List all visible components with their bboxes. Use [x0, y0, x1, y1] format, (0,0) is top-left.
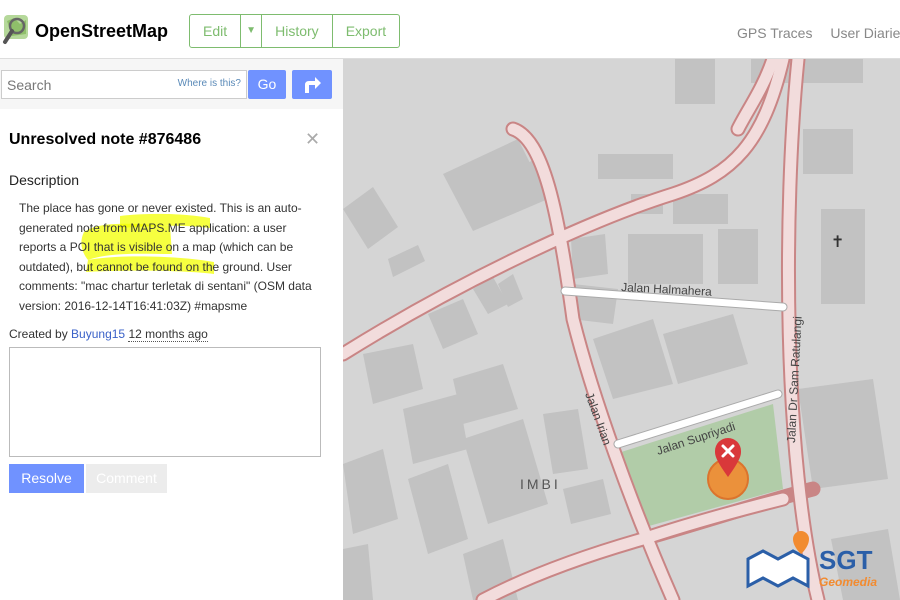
header: OpenStreetMap Edit ▼ History Export GPS … — [0, 0, 900, 59]
edit-button-group: Edit ▼ History Export — [189, 14, 401, 48]
comment-button[interactable]: Comment — [86, 464, 167, 493]
nav-user-diaries[interactable]: User Diaries — [830, 25, 900, 41]
go-button[interactable]: Go — [248, 70, 286, 99]
watermark-subtitle: Geomedia — [819, 575, 877, 589]
where-is-this-link[interactable]: Where is this? — [178, 78, 241, 89]
church-icon: ✝ — [831, 232, 844, 251]
note-description: The place has gone or never existed. Thi… — [19, 201, 312, 313]
description-heading: Description — [9, 172, 80, 188]
note-title: Unresolved note #876486 — [9, 131, 202, 148]
edit-button[interactable]: Edit — [190, 15, 242, 47]
area-label-imbi: IMBI — [520, 476, 561, 492]
directions-button[interactable] — [292, 70, 332, 99]
search-input[interactable]: Search Where is this? — [1, 70, 247, 99]
created-prefix: Created by — [9, 327, 72, 341]
export-button[interactable]: Export — [333, 15, 399, 47]
history-button[interactable]: History — [262, 15, 333, 47]
brand-name[interactable]: OpenStreetMap — [35, 21, 168, 42]
nav-links: GPS Traces User Diaries — [737, 25, 900, 41]
watermark-title: SGT — [819, 545, 873, 575]
search-bar: Search Where is this? Go — [0, 59, 343, 109]
edit-dropdown-button[interactable]: ▼ — [241, 15, 263, 47]
osm-logo-icon[interactable] — [2, 12, 32, 46]
nav-gps-traces[interactable]: GPS Traces — [737, 25, 812, 41]
map-view[interactable]: Jalan Halmahera Jalan Dr Sam Ratulangi J… — [343, 59, 900, 600]
resolve-button[interactable]: Resolve — [9, 464, 84, 493]
sidebar: Search Where is this? Go Unresolved note… — [0, 59, 343, 600]
map-canvas[interactable]: Jalan Halmahera Jalan Dr Sam Ratulangi J… — [343, 59, 900, 600]
search-placeholder: Search — [7, 77, 52, 93]
comment-textarea[interactable] — [9, 347, 321, 457]
created-time: 12 months ago — [128, 327, 208, 342]
close-icon[interactable]: ✕ — [305, 129, 320, 150]
user-link[interactable]: Buyung15 — [71, 327, 125, 341]
directions-icon — [305, 77, 321, 93]
chevron-down-icon: ▼ — [246, 25, 257, 36]
created-by-line: Created by Buyung15 12 months ago — [9, 327, 208, 342]
